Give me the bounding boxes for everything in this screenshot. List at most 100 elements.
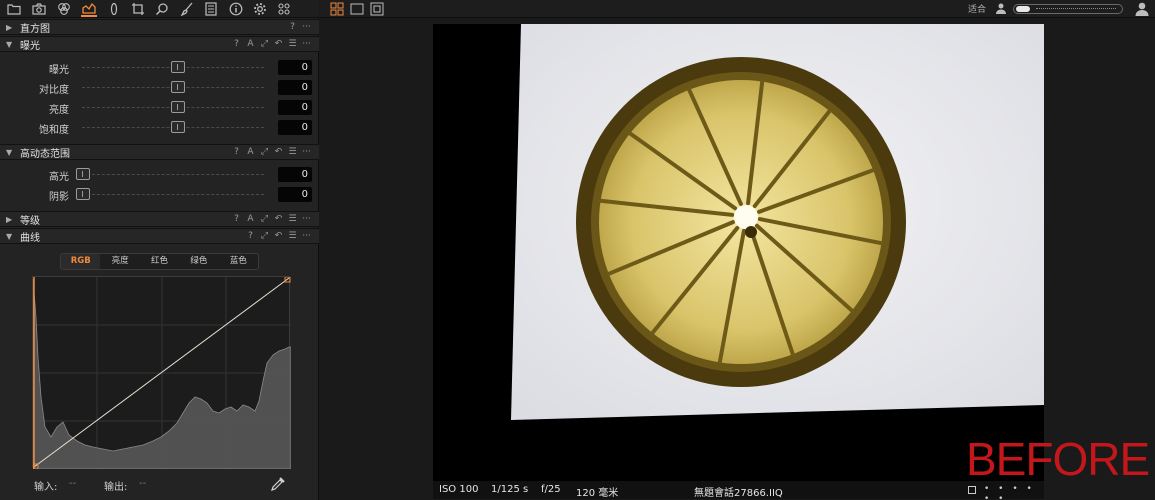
slider-value-field[interactable]: 0 [278,60,312,75]
copy-apply-icon[interactable]: ⤢ [260,145,269,159]
presets-icon[interactable]: ☰ [288,145,297,159]
photo-canvas[interactable] [433,24,1044,481]
more-icon[interactable]: ··· [302,229,311,243]
histogram-section-header[interactable]: ▶ 直方图 ? ··· [0,19,319,35]
lemon-photo [511,24,1044,420]
presets-icon[interactable]: ☰ [288,229,297,243]
levels-section-header[interactable]: ▶ 等级 ? A ⤢ ↶ ☰ ··· [0,211,319,227]
slider-value-field[interactable]: 0 [278,120,312,135]
tab-green[interactable]: 绿色 [179,254,218,269]
auto-icon[interactable]: A [246,212,255,226]
help-icon[interactable]: ? [288,20,297,34]
lemon-seed [745,226,757,238]
slider-label: 饱和度 [39,125,69,136]
chevron-right-icon[interactable]: ▶ [6,23,16,32]
slider-handle[interactable] [76,188,90,200]
tab-luma[interactable]: 亮度 [100,254,139,269]
reset-icon[interactable]: ↶ [274,145,283,159]
slider-handle[interactable] [171,121,185,133]
single-view-icon[interactable] [349,1,365,17]
loupe-view-icon[interactable] [369,1,385,17]
exposure-section-header[interactable]: ▼ 曝光 ? A ⤢ ↶ ☰ ··· [0,36,319,52]
presets-icon[interactable]: ☰ [288,37,297,51]
zoom-slider-handle[interactable] [1016,6,1030,12]
slider-row-brightness: 亮度 0 [0,99,319,117]
curve-editor[interactable] [32,276,291,469]
styles-icon[interactable] [276,1,292,17]
lemon-core [734,205,758,229]
tab-red[interactable]: 红色 [140,254,179,269]
auto-icon[interactable]: A [246,145,255,159]
help-icon[interactable]: ? [232,145,241,159]
slider-label: 阴影 [49,192,69,203]
help-icon[interactable]: ? [246,229,255,243]
section-title: 曲线 [20,232,40,244]
image-metadata-bar: ISO 100 1/125 s f/25 120 毫米 無題會話27866.II… [433,481,1044,500]
grid-view-icon[interactable] [329,1,345,17]
slider-handle[interactable] [171,101,185,113]
slider-track[interactable] [82,194,264,195]
help-icon[interactable]: ? [232,212,241,226]
more-icon[interactable]: ··· [302,145,311,159]
auto-icon[interactable]: A [246,37,255,51]
reset-icon[interactable]: ↶ [274,229,283,243]
person-large-icon [1134,1,1150,17]
slider-handle[interactable] [76,168,90,180]
more-icon[interactable]: ··· [302,212,311,226]
reset-icon[interactable]: ↶ [274,212,283,226]
chevron-down-icon[interactable]: ▼ [6,40,16,49]
search-icon[interactable] [154,1,170,17]
slider-label: 曝光 [49,65,69,76]
brush-icon[interactable] [179,1,195,17]
settings-icon[interactable] [252,1,268,17]
info-icon[interactable] [228,1,244,17]
copy-apply-icon[interactable]: ⤢ [260,37,269,51]
color-circles-icon[interactable] [56,1,72,17]
slider-track[interactable] [82,174,264,175]
zoom-slider[interactable] [1013,4,1123,14]
tab-blue[interactable]: 蓝色 [219,254,258,269]
meta-focal-length: 120 毫米 [576,488,619,499]
chevron-down-icon[interactable]: ▼ [6,232,16,241]
meta-filename: 無題會話27866.IIQ [694,488,783,499]
input-label: 输入: [34,482,58,493]
hdr-section-header[interactable]: ▼ 高动态范围 ? A ⤢ ↶ ☰ ··· [0,144,319,160]
reset-icon[interactable]: ↶ [274,37,283,51]
curve-section-header[interactable]: ▼ 曲线 ? ⤢ ↶ ☰ ··· [0,228,319,244]
lens-icon[interactable] [106,1,122,17]
zoom-fit-label[interactable]: 适合 [968,2,986,15]
folder-icon[interactable] [6,1,22,17]
tab-rgb[interactable]: RGB [61,254,101,269]
output-value: -- [139,478,147,489]
copy-apply-icon[interactable]: ⤢ [260,229,269,243]
chevron-down-icon[interactable]: ▼ [6,148,16,157]
before-watermark: BEFORE [966,433,1150,485]
slider-row-highlights: 高光 0 [0,166,319,184]
slider-label: 对比度 [39,85,69,96]
slider-label: 亮度 [49,105,69,116]
presets-icon[interactable]: ☰ [288,212,297,226]
section-title: 高动态范围 [20,148,70,160]
zoom-slider-ticks [1036,8,1116,10]
chevron-right-icon[interactable]: ▶ [6,215,16,224]
slider-value-field[interactable]: 0 [278,80,312,95]
color-tag-checkbox[interactable] [968,486,976,494]
exposure-icon[interactable] [81,1,97,17]
slider-value-field[interactable]: 0 [278,167,312,182]
help-icon[interactable]: ? [232,37,241,51]
image-viewer: 适合 BEFORE ISO 100 1/125 s f/25 120 毫米 無題… [320,0,1155,500]
eyedropper-icon[interactable] [270,476,286,492]
star-rating[interactable]: • • • • • • [984,484,1044,500]
more-icon[interactable]: ··· [302,37,311,51]
slider-value-field[interactable]: 0 [278,187,312,202]
curve-graph[interactable] [33,277,291,469]
crop-icon[interactable] [130,1,146,17]
camera-icon[interactable] [31,1,47,17]
copy-apply-icon[interactable]: ⤢ [260,212,269,226]
metadata-icon[interactable] [203,1,219,17]
slider-handle[interactable] [171,81,185,93]
more-icon[interactable]: ··· [302,20,311,34]
slider-value-field[interactable]: 0 [278,100,312,115]
slider-handle[interactable] [171,61,185,73]
input-value: -- [69,478,77,489]
